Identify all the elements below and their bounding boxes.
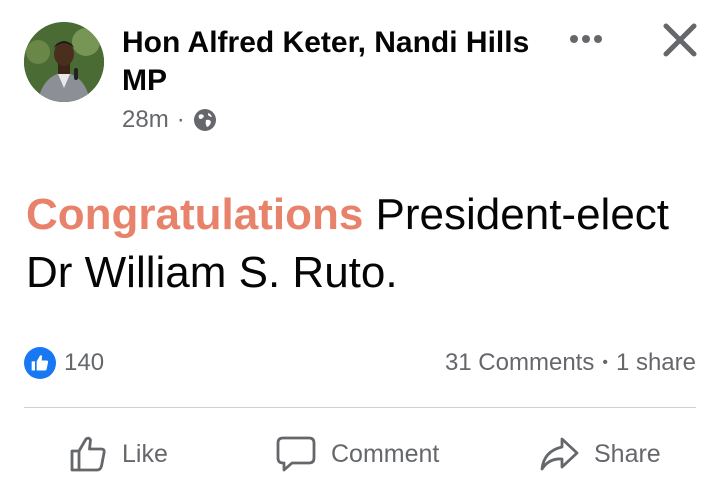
reaction-count: 140 xyxy=(64,349,105,376)
comment-button[interactable]: Comment xyxy=(275,428,439,480)
avatar-photo xyxy=(24,22,104,102)
engagement-counts: 31 Comments • 1 share xyxy=(445,349,696,377)
like-icon xyxy=(70,436,106,472)
like-label: Like xyxy=(122,439,168,468)
meta-separator: · xyxy=(176,106,185,133)
action-bar: Like Comment Share xyxy=(0,428,720,480)
post-meta: 28m · xyxy=(122,106,217,134)
author-name[interactable]: Hon Alfred Keter, Nandi Hills MP xyxy=(122,24,542,100)
globe-icon xyxy=(193,108,217,132)
share-button[interactable]: Share xyxy=(538,428,661,480)
comment-label: Comment xyxy=(331,439,440,468)
counts-separator: • xyxy=(602,354,608,371)
author-avatar[interactable] xyxy=(24,22,104,102)
post-text-line-1: Congratulations President-elect xyxy=(26,186,720,244)
comment-icon xyxy=(276,436,316,472)
ellipsis-icon xyxy=(570,35,602,43)
share-icon xyxy=(540,437,579,471)
close-button[interactable] xyxy=(660,22,700,58)
post-text-line-2: Dr William S. Ruto. xyxy=(26,248,398,297)
divider xyxy=(24,407,696,408)
like-button[interactable]: Like xyxy=(68,428,168,480)
thumbs-up-icon xyxy=(24,347,56,379)
post-text-line-1-rest: President-elect xyxy=(363,190,670,239)
comments-count[interactable]: 31 Comments xyxy=(445,349,594,377)
post-timestamp[interactable]: 28m xyxy=(122,106,169,134)
shares-count[interactable]: 1 share xyxy=(616,349,696,377)
share-label: Share xyxy=(594,439,661,468)
close-icon xyxy=(663,23,697,57)
reactions-summary[interactable]: 140 xyxy=(24,347,104,379)
post-text-highlight: Congratulations xyxy=(26,190,364,239)
more-options-button[interactable] xyxy=(566,24,606,54)
post-body: Congratulations President-elect Dr Willi… xyxy=(26,186,720,302)
